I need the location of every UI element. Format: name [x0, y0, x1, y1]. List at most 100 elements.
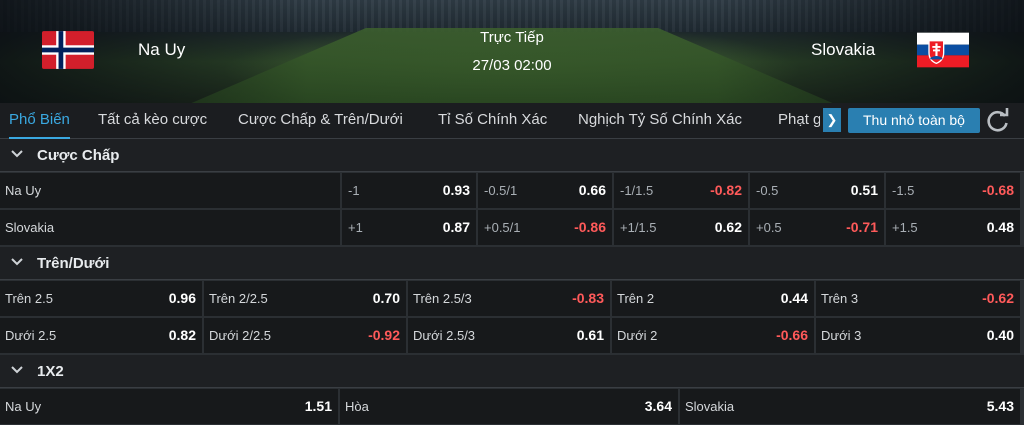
chevron-down-icon — [11, 150, 23, 158]
away-team-name: Slovakia — [811, 40, 876, 59]
section-title: Cược Chấp — [37, 147, 120, 164]
odds-value: 0.61 — [576, 327, 604, 343]
line-label: Dưới 2.5 — [5, 328, 57, 343]
collapse-all-button[interactable]: Thu nhỏ toàn bộ — [848, 108, 980, 133]
odds-value: -0.83 — [572, 290, 604, 306]
odds-cell[interactable]: Dưới 2.5/3 0.61 — [408, 318, 610, 353]
odds-value: 0.87 — [442, 219, 470, 235]
odds-cell[interactable]: +0.5 -0.71 — [750, 210, 884, 245]
section-handicap-header[interactable]: Cược Chấp — [0, 139, 1024, 172]
odds-value: 0.66 — [578, 182, 606, 198]
team-label-cell: Slovakia — [0, 210, 340, 245]
chevron-down-icon — [11, 366, 23, 374]
line-label: Dưới 2.5/3 — [413, 328, 476, 343]
odds-value: -0.62 — [982, 290, 1014, 306]
handicap-line: -1.5 — [892, 183, 915, 198]
line-label: Dưới 2/2.5 — [209, 328, 272, 343]
odds-cell[interactable]: Slovakia 5.43 — [680, 389, 1020, 424]
handicap-line: -1/1.5 — [620, 183, 654, 198]
section-title: Trên/Dưới — [37, 255, 110, 272]
line-label: Trên 2 — [617, 291, 655, 306]
odds-cell[interactable]: Trên 2 0.44 — [612, 281, 814, 316]
odds-cell[interactable]: -1/1.5 -0.82 — [614, 173, 748, 208]
odds-cell[interactable]: Dưới 3 0.40 — [816, 318, 1020, 353]
overunder-row-under: Dưới 2.5 0.82 Dưới 2/2.5 -0.92 Dưới 2.5/3 0… — [0, 317, 1024, 354]
odds-cell[interactable]: -1.5 -0.68 — [886, 173, 1020, 208]
odds-value: 0.82 — [168, 327, 196, 343]
odds-value: -0.92 — [368, 327, 400, 343]
tab-correct-score[interactable]: Tỉ Số Chính Xác — [438, 103, 547, 139]
1x2-row: Na Uy 1.51 Hòa 3.64 Slovakia 5.43 — [0, 388, 1024, 425]
tab-handicap-overunder[interactable]: Cược Chấp & Trên/Dưới — [238, 103, 403, 139]
handicap-row-away: Slovakia +1 0.87 +0.5/1 -0.86 +1/1.5 0.62 +… — [0, 209, 1024, 246]
odds-value: 0.51 — [850, 182, 878, 198]
handicap-line: +1/1.5 — [620, 220, 657, 235]
line-label: Trên 2.5/3 — [413, 291, 472, 306]
handicap-line: -0.5 — [756, 183, 779, 198]
handicap-row-home: Na Uy -1 0.93 -0.5/1 0.66 -1/1.5 -0.82 -0.5… — [0, 172, 1024, 209]
section-1x2-header[interactable]: 1X2 — [0, 355, 1024, 388]
odds-value: 0.40 — [986, 327, 1014, 343]
line-label: Dưới 2 — [617, 328, 658, 343]
odds-cell[interactable]: Trên 2.5/3 -0.83 — [408, 281, 610, 316]
section-title: 1X2 — [37, 363, 64, 380]
odds-value: 0.48 — [986, 219, 1014, 235]
odds-cell[interactable]: Dưới 2/2.5 -0.92 — [204, 318, 406, 353]
odds-value: 0.44 — [780, 290, 808, 306]
home-team-name: Na Uy — [138, 40, 186, 59]
tabs-next-button[interactable]: ❯ — [823, 108, 841, 132]
outcome-label: Na Uy — [5, 399, 42, 414]
handicap-line: -1 — [348, 183, 360, 198]
odds-cell[interactable]: Dưới 2.5 0.82 — [0, 318, 202, 353]
odds-cell[interactable]: -1 0.93 — [342, 173, 476, 208]
odds-value: -0.86 — [574, 219, 606, 235]
match-header: Na Uy Trực Tiếp 27/03 02:00 Slovakia — [0, 0, 1024, 103]
odds-value: -0.68 — [982, 182, 1014, 198]
odds-value: 1.51 — [304, 398, 332, 414]
slovakia-flag-icon — [917, 31, 969, 69]
chevron-right-icon: ❯ — [826, 112, 838, 127]
odds-cell[interactable]: +1 0.87 — [342, 210, 476, 245]
match-datetime: 27/03 02:00 — [472, 57, 552, 74]
odds-value: 5.43 — [986, 398, 1014, 414]
refresh-button[interactable] — [985, 108, 1011, 134]
line-label: Dưới 3 — [821, 328, 862, 343]
odds-cell[interactable]: -0.5/1 0.66 — [478, 173, 612, 208]
odds-value: -0.66 — [776, 327, 808, 343]
tab-all-markets[interactable]: Tất cả kèo cược — [98, 103, 207, 139]
odds-cell[interactable]: Trên 2/2.5 0.70 — [204, 281, 406, 316]
team-name: Na Uy — [5, 183, 42, 198]
odds-cell[interactable]: +0.5/1 -0.86 — [478, 210, 612, 245]
odds-cell[interactable]: Trên 2.5 0.96 — [0, 281, 202, 316]
tab-corners[interactable]: Phạt góc — [778, 103, 820, 139]
team-name: Slovakia — [5, 220, 55, 235]
tab-reverse-correct-score[interactable]: Nghịch Tỷ Số Chính Xác — [578, 103, 742, 139]
odds-value: 0.62 — [714, 219, 742, 235]
odds-value: 3.64 — [644, 398, 672, 414]
odds-value: -0.71 — [846, 219, 878, 235]
odds-cell[interactable]: Trên 3 -0.62 — [816, 281, 1020, 316]
odds-cell[interactable]: +1/1.5 0.62 — [614, 210, 748, 245]
line-label: Trên 2.5 — [5, 291, 53, 306]
odds-value: 0.96 — [168, 290, 196, 306]
match-status: Trực Tiếp — [480, 29, 544, 46]
odds-value: 0.93 — [442, 182, 470, 198]
odds-cell[interactable]: Dưới 2 -0.66 — [612, 318, 814, 353]
handicap-line: +0.5/1 — [484, 220, 521, 235]
odds-cell[interactable]: Na Uy 1.51 — [0, 389, 338, 424]
odds-cell[interactable]: Hòa 3.64 — [340, 389, 678, 424]
line-label: Trên 2/2.5 — [209, 291, 268, 306]
team-label-cell: Na Uy — [0, 173, 340, 208]
outcome-label: Hòa — [345, 399, 369, 414]
odds-cell[interactable]: +1.5 0.48 — [886, 210, 1020, 245]
tab-popular[interactable]: Phổ Biến — [9, 103, 70, 139]
section-overunder-header[interactable]: Trên/Dưới — [0, 247, 1024, 280]
line-label: Trên 3 — [821, 291, 859, 306]
overunder-row-over: Trên 2.5 0.96 Trên 2/2.5 0.70 Trên 2.5/3 -0… — [0, 280, 1024, 317]
odds-cell[interactable]: -0.5 0.51 — [750, 173, 884, 208]
handicap-line: -0.5/1 — [484, 183, 518, 198]
odds-value: 0.70 — [372, 290, 400, 306]
outcome-label: Slovakia — [685, 399, 735, 414]
chevron-down-icon — [11, 258, 23, 266]
norway-flag-icon — [42, 31, 94, 69]
